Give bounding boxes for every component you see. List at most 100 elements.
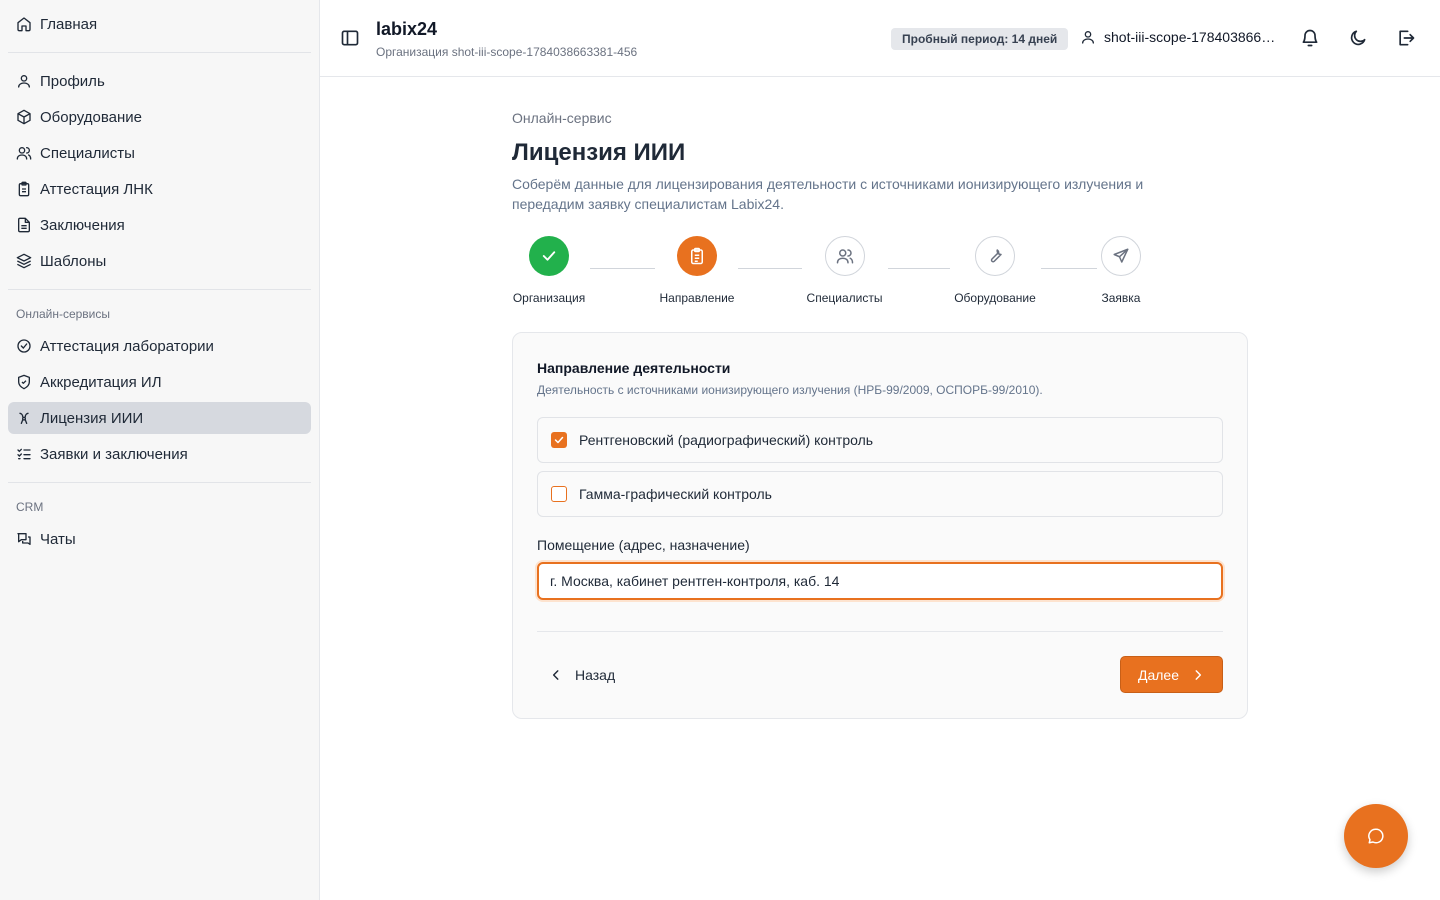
radiation-icon bbox=[19, 412, 29, 424]
sidebar-item-label: Аттестация ЛНК bbox=[40, 180, 153, 198]
sidebar-item-profile[interactable]: Профиль bbox=[8, 65, 311, 97]
organization-subtitle: Организация shot-iii-scope-1784038663381… bbox=[376, 45, 638, 59]
list-checks-icon bbox=[17, 448, 31, 460]
option-xray-control[interactable]: Рентгеновский (радиографический) контрол… bbox=[537, 417, 1223, 463]
sidebar-item-lnk-certification[interactable]: Аттестация ЛНК bbox=[8, 173, 311, 205]
moon-icon[interactable] bbox=[1348, 28, 1368, 48]
top-header: labix24 Организация shot-iii-scope-17840… bbox=[320, 0, 1440, 77]
user-name: shot-iii-scope-1784038663381-456 bbox=[1104, 29, 1280, 45]
step-circle bbox=[824, 236, 865, 276]
chevron-left-icon bbox=[552, 670, 559, 680]
messages-icon bbox=[17, 533, 31, 545]
page-description: Соберём данные для лицензирования деятел… bbox=[512, 176, 1144, 212]
sidebar-item-templates[interactable]: Шаблоны bbox=[8, 245, 311, 277]
sidebar-item-label: Специалисты bbox=[40, 144, 135, 162]
home-icon bbox=[17, 17, 31, 32]
users-icon bbox=[16, 147, 32, 160]
layers-icon bbox=[16, 253, 32, 269]
step-connector bbox=[590, 268, 655, 269]
user-icon bbox=[1082, 31, 1094, 44]
sidebar-divider bbox=[8, 289, 311, 290]
sidebar-item-label: Профиль bbox=[40, 72, 105, 90]
sidebar-item-lab-certification[interactable]: Аттестация лаборатории bbox=[8, 330, 311, 362]
back-button[interactable]: Назад bbox=[549, 663, 615, 687]
trial-badge: Пробный период: 14 дней bbox=[891, 28, 1069, 50]
step-circle bbox=[677, 236, 717, 276]
shield-check-icon bbox=[18, 374, 30, 390]
step-equipment[interactable]: Оборудование bbox=[953, 236, 1037, 305]
room-field-label: Помещение (адрес, назначение) bbox=[537, 537, 750, 553]
step-circle bbox=[975, 236, 1015, 276]
sidebar-item-label: Заявки и заключения bbox=[40, 445, 188, 463]
page-title: Лицензия ИИИ bbox=[512, 139, 686, 166]
box-icon bbox=[17, 109, 31, 125]
checkbox-unchecked[interactable] bbox=[551, 486, 567, 502]
step-direction[interactable]: Направление bbox=[659, 236, 735, 305]
step-circle bbox=[1101, 236, 1141, 276]
clipboard-icon bbox=[18, 181, 30, 197]
sidebar-item-label: Главная bbox=[40, 15, 98, 33]
sidebar-item-home[interactable]: Главная bbox=[8, 8, 311, 40]
file-text-icon bbox=[18, 217, 30, 233]
activity-direction-card: Направление деятельности Деятельность с … bbox=[512, 332, 1248, 719]
section-title: Направление деятельности bbox=[537, 360, 731, 376]
users-icon bbox=[836, 249, 853, 264]
sidebar-item-label: Шаблоны bbox=[40, 252, 107, 270]
checkbox-checked[interactable] bbox=[551, 432, 567, 448]
sidebar-item-specialists[interactable]: Специалисты bbox=[8, 137, 311, 169]
sidebar-item-label: Заключения bbox=[40, 216, 125, 234]
sidebar-item-label: Лицензия ИИИ bbox=[40, 409, 144, 427]
sidebar-item-iii-license[interactable]: Лицензия ИИИ bbox=[8, 402, 311, 434]
sidebar-item-conclusions[interactable]: Заключения bbox=[8, 209, 311, 241]
sidebar-item-accreditation[interactable]: Аккредитация ИЛ bbox=[8, 366, 311, 398]
next-button[interactable]: Далее bbox=[1120, 656, 1223, 693]
card-divider bbox=[537, 631, 1223, 632]
wrench-icon bbox=[990, 249, 1002, 263]
step-label: Специалисты bbox=[806, 291, 883, 305]
option-label: Гамма-графический контроль bbox=[579, 486, 772, 502]
step-connector bbox=[888, 268, 950, 269]
section-description: Деятельность с источниками ионизирующего… bbox=[537, 383, 1043, 397]
sidebar-item-chats[interactable]: Чаты bbox=[8, 523, 311, 555]
sidebar-item-label: Аттестация лаборатории bbox=[40, 337, 214, 355]
send-icon bbox=[1113, 248, 1129, 263]
option-label: Рентгеновский (радиографический) контрол… bbox=[579, 432, 874, 448]
step-label: Организация bbox=[512, 291, 586, 305]
user-menu[interactable]: shot-iii-scope-1784038663381-456 bbox=[1080, 29, 1280, 45]
sidebar-group-crm: CRM bbox=[16, 500, 44, 514]
room-input[interactable] bbox=[537, 562, 1223, 600]
chat-bubble-icon bbox=[1368, 828, 1384, 844]
step-connector bbox=[1041, 268, 1097, 269]
sidebar-divider bbox=[8, 482, 311, 483]
step-label: Заявка bbox=[1101, 291, 1141, 305]
chat-fab-button[interactable] bbox=[1344, 804, 1408, 868]
step-application[interactable]: Заявка bbox=[1100, 236, 1142, 305]
sidebar-item-label: Чаты bbox=[40, 530, 76, 548]
bell-icon[interactable] bbox=[1300, 28, 1320, 48]
sidebar-item-equipment[interactable]: Оборудование bbox=[8, 101, 311, 133]
logout-icon[interactable] bbox=[1396, 28, 1416, 48]
check-icon bbox=[542, 251, 556, 261]
stepper: Организация Направление Специалисты Обор… bbox=[512, 236, 1248, 306]
sidebar-item-label: Оборудование bbox=[40, 108, 143, 126]
back-button-label: Назад bbox=[575, 667, 616, 683]
step-label: Направление bbox=[659, 291, 735, 305]
sidebar-group-online: Онлайн-сервисы bbox=[16, 307, 111, 321]
sidebar-item-label: Аккредитация ИЛ bbox=[40, 373, 162, 391]
step-circle bbox=[529, 236, 569, 276]
next-button-label: Далее bbox=[1137, 666, 1179, 683]
check-icon bbox=[554, 436, 564, 444]
step-specialists[interactable]: Специалисты bbox=[805, 236, 884, 305]
page-eyebrow: Онлайн-сервис bbox=[512, 110, 612, 126]
clipboard-icon bbox=[691, 247, 703, 265]
sidebar-toggle-icon[interactable] bbox=[340, 28, 360, 48]
sidebar: Главная Профиль Оборудование Специалисты… bbox=[0, 0, 320, 900]
step-organization[interactable]: Организация bbox=[512, 236, 586, 305]
app-brand: labix24 bbox=[376, 19, 438, 39]
user-icon bbox=[18, 75, 30, 88]
option-gamma-control[interactable]: Гамма-графический контроль bbox=[537, 471, 1223, 517]
check-circle-icon bbox=[17, 339, 31, 353]
sidebar-item-requests[interactable]: Заявки и заключения bbox=[8, 438, 311, 470]
sidebar-divider bbox=[8, 52, 311, 53]
step-label: Оборудование bbox=[954, 291, 1036, 305]
